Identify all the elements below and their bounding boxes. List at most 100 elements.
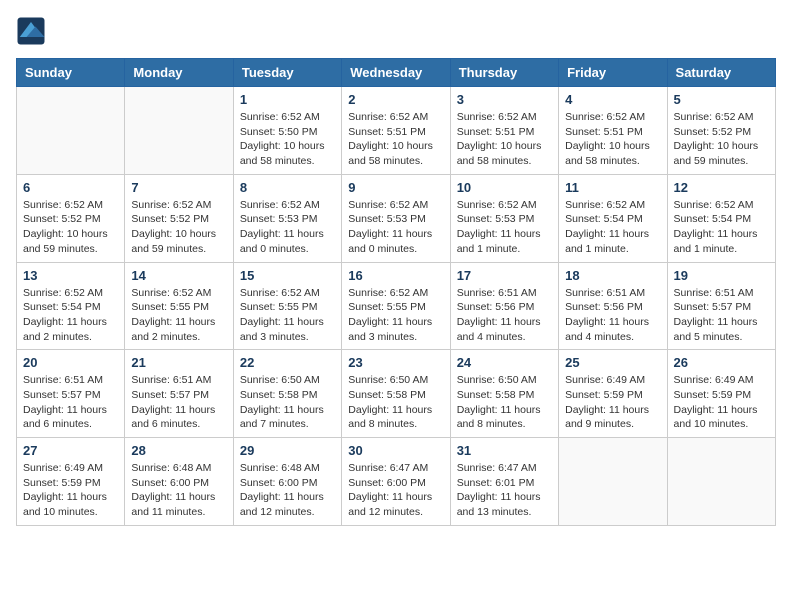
- day-number: 4: [565, 92, 660, 107]
- cell-text: Sunrise: 6:47 AM Sunset: 6:00 PM Dayligh…: [348, 461, 443, 520]
- day-number: 31: [457, 443, 552, 458]
- day-number: 23: [348, 355, 443, 370]
- calendar-cell: 26 Sunrise: 6:49 AM Sunset: 5:59 PM Dayli…: [667, 350, 775, 438]
- calendar-cell: 2 Sunrise: 6:52 AM Sunset: 5:51 PM Daylig…: [342, 87, 450, 175]
- calendar-cell: 15 Sunrise: 6:52 AM Sunset: 5:55 PM Dayli…: [233, 262, 341, 350]
- cell-text: Sunrise: 6:51 AM Sunset: 5:56 PM Dayligh…: [457, 286, 552, 345]
- logo: [16, 16, 50, 46]
- cell-text: Sunrise: 6:52 AM Sunset: 5:55 PM Dayligh…: [240, 286, 335, 345]
- week-row-5: 27 Sunrise: 6:49 AM Sunset: 5:59 PM Dayli…: [17, 438, 776, 526]
- day-number: 17: [457, 268, 552, 283]
- calendar-cell: 27 Sunrise: 6:49 AM Sunset: 5:59 PM Dayli…: [17, 438, 125, 526]
- weekday-header-monday: Monday: [125, 59, 233, 87]
- calendar-cell: 18 Sunrise: 6:51 AM Sunset: 5:56 PM Dayli…: [559, 262, 667, 350]
- calendar-cell: 25 Sunrise: 6:49 AM Sunset: 5:59 PM Dayli…: [559, 350, 667, 438]
- day-number: 24: [457, 355, 552, 370]
- calendar-cell: 12 Sunrise: 6:52 AM Sunset: 5:54 PM Dayli…: [667, 174, 775, 262]
- weekday-header-tuesday: Tuesday: [233, 59, 341, 87]
- calendar-cell: 16 Sunrise: 6:52 AM Sunset: 5:55 PM Dayli…: [342, 262, 450, 350]
- day-number: 7: [131, 180, 226, 195]
- cell-text: Sunrise: 6:52 AM Sunset: 5:51 PM Dayligh…: [565, 110, 660, 169]
- day-number: 15: [240, 268, 335, 283]
- cell-text: Sunrise: 6:50 AM Sunset: 5:58 PM Dayligh…: [457, 373, 552, 432]
- cell-text: Sunrise: 6:49 AM Sunset: 5:59 PM Dayligh…: [565, 373, 660, 432]
- calendar-table: SundayMondayTuesdayWednesdayThursdayFrid…: [16, 58, 776, 526]
- calendar-cell: 9 Sunrise: 6:52 AM Sunset: 5:53 PM Daylig…: [342, 174, 450, 262]
- weekday-header-wednesday: Wednesday: [342, 59, 450, 87]
- logo-icon: [16, 16, 46, 46]
- day-number: 26: [674, 355, 769, 370]
- weekday-header-row: SundayMondayTuesdayWednesdayThursdayFrid…: [17, 59, 776, 87]
- cell-text: Sunrise: 6:52 AM Sunset: 5:52 PM Dayligh…: [674, 110, 769, 169]
- cell-text: Sunrise: 6:52 AM Sunset: 5:53 PM Dayligh…: [240, 198, 335, 257]
- weekday-header-sunday: Sunday: [17, 59, 125, 87]
- calendar-cell: 7Sunrise: 6:52 AM Sunset: 5:52 PM Daylig…: [125, 174, 233, 262]
- calendar-cell: 1 Sunrise: 6:52 AM Sunset: 5:50 PM Daylig…: [233, 87, 341, 175]
- cell-text: Sunrise: 6:48 AM Sunset: 6:00 PM Dayligh…: [240, 461, 335, 520]
- calendar-cell: 4 Sunrise: 6:52 AM Sunset: 5:51 PM Daylig…: [559, 87, 667, 175]
- calendar-cell: 5 Sunrise: 6:52 AM Sunset: 5:52 PM Daylig…: [667, 87, 775, 175]
- calendar-cell: 17 Sunrise: 6:51 AM Sunset: 5:56 PM Dayli…: [450, 262, 558, 350]
- calendar-cell: 23 Sunrise: 6:50 AM Sunset: 5:58 PM Dayli…: [342, 350, 450, 438]
- day-number: 18: [565, 268, 660, 283]
- cell-text: Sunrise: 6:52 AM Sunset: 5:52 PM Dayligh…: [23, 198, 118, 257]
- cell-text: Sunrise: 6:52 AM Sunset: 5:51 PM Dayligh…: [348, 110, 443, 169]
- page-header: [16, 16, 776, 46]
- calendar-cell: 31Sunrise: 6:47 AM Sunset: 6:01 PM Dayli…: [450, 438, 558, 526]
- calendar-cell: 19 Sunrise: 6:51 AM Sunset: 5:57 PM Dayli…: [667, 262, 775, 350]
- cell-text: Sunrise: 6:50 AM Sunset: 5:58 PM Dayligh…: [240, 373, 335, 432]
- calendar-cell: [559, 438, 667, 526]
- calendar-cell: 20Sunrise: 6:51 AM Sunset: 5:57 PM Dayli…: [17, 350, 125, 438]
- calendar-cell: 8 Sunrise: 6:52 AM Sunset: 5:53 PM Daylig…: [233, 174, 341, 262]
- cell-text: Sunrise: 6:50 AM Sunset: 5:58 PM Dayligh…: [348, 373, 443, 432]
- week-row-3: 13Sunrise: 6:52 AM Sunset: 5:54 PM Dayli…: [17, 262, 776, 350]
- week-row-1: 1 Sunrise: 6:52 AM Sunset: 5:50 PM Daylig…: [17, 87, 776, 175]
- day-number: 6: [23, 180, 118, 195]
- calendar-cell: 30 Sunrise: 6:47 AM Sunset: 6:00 PM Dayli…: [342, 438, 450, 526]
- weekday-header-saturday: Saturday: [667, 59, 775, 87]
- cell-text: Sunrise: 6:52 AM Sunset: 5:54 PM Dayligh…: [565, 198, 660, 257]
- cell-text: Sunrise: 6:52 AM Sunset: 5:50 PM Dayligh…: [240, 110, 335, 169]
- day-number: 19: [674, 268, 769, 283]
- day-number: 10: [457, 180, 552, 195]
- cell-text: Sunrise: 6:52 AM Sunset: 5:51 PM Dayligh…: [457, 110, 552, 169]
- calendar-cell: 22Sunrise: 6:50 AM Sunset: 5:58 PM Dayli…: [233, 350, 341, 438]
- day-number: 1: [240, 92, 335, 107]
- cell-text: Sunrise: 6:51 AM Sunset: 5:57 PM Dayligh…: [23, 373, 118, 432]
- cell-text: Sunrise: 6:49 AM Sunset: 5:59 PM Dayligh…: [23, 461, 118, 520]
- weekday-header-thursday: Thursday: [450, 59, 558, 87]
- day-number: 28: [131, 443, 226, 458]
- day-number: 2: [348, 92, 443, 107]
- day-number: 27: [23, 443, 118, 458]
- calendar-cell: 10 Sunrise: 6:52 AM Sunset: 5:53 PM Dayli…: [450, 174, 558, 262]
- calendar-cell: 6 Sunrise: 6:52 AM Sunset: 5:52 PM Daylig…: [17, 174, 125, 262]
- day-number: 14: [131, 268, 226, 283]
- calendar-cell: [667, 438, 775, 526]
- cell-text: Sunrise: 6:52 AM Sunset: 5:55 PM Dayligh…: [348, 286, 443, 345]
- day-number: 16: [348, 268, 443, 283]
- week-row-4: 20Sunrise: 6:51 AM Sunset: 5:57 PM Dayli…: [17, 350, 776, 438]
- day-number: 9: [348, 180, 443, 195]
- calendar-cell: [125, 87, 233, 175]
- day-number: 25: [565, 355, 660, 370]
- day-number: 11: [565, 180, 660, 195]
- cell-text: Sunrise: 6:52 AM Sunset: 5:54 PM Dayligh…: [674, 198, 769, 257]
- day-number: 12: [674, 180, 769, 195]
- cell-text: Sunrise: 6:52 AM Sunset: 5:53 PM Dayligh…: [348, 198, 443, 257]
- day-number: 3: [457, 92, 552, 107]
- day-number: 21: [131, 355, 226, 370]
- cell-text: Sunrise: 6:51 AM Sunset: 5:57 PM Dayligh…: [674, 286, 769, 345]
- cell-text: Sunrise: 6:52 AM Sunset: 5:55 PM Dayligh…: [131, 286, 226, 345]
- week-row-2: 6 Sunrise: 6:52 AM Sunset: 5:52 PM Daylig…: [17, 174, 776, 262]
- calendar-cell: 24 Sunrise: 6:50 AM Sunset: 5:58 PM Dayli…: [450, 350, 558, 438]
- calendar-cell: 3 Sunrise: 6:52 AM Sunset: 5:51 PM Daylig…: [450, 87, 558, 175]
- cell-text: Sunrise: 6:49 AM Sunset: 5:59 PM Dayligh…: [674, 373, 769, 432]
- calendar-cell: 14 Sunrise: 6:52 AM Sunset: 5:55 PM Dayli…: [125, 262, 233, 350]
- day-number: 13: [23, 268, 118, 283]
- day-number: 30: [348, 443, 443, 458]
- cell-text: Sunrise: 6:48 AM Sunset: 6:00 PM Dayligh…: [131, 461, 226, 520]
- day-number: 5: [674, 92, 769, 107]
- cell-text: Sunrise: 6:51 AM Sunset: 5:56 PM Dayligh…: [565, 286, 660, 345]
- day-number: 8: [240, 180, 335, 195]
- cell-text: Sunrise: 6:52 AM Sunset: 5:53 PM Dayligh…: [457, 198, 552, 257]
